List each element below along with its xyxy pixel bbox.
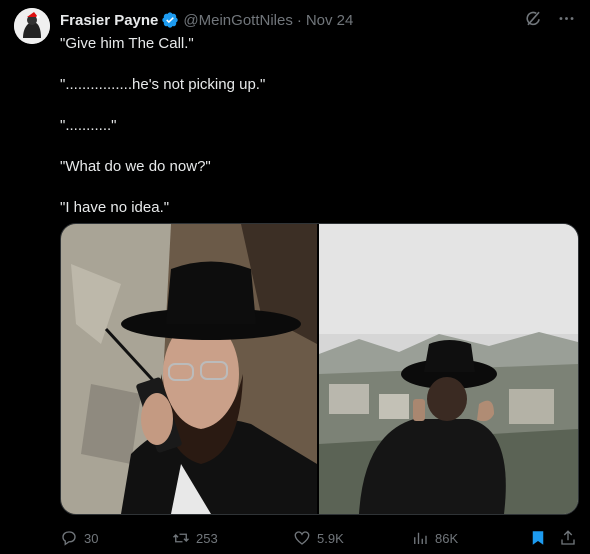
repost-count: 253: [196, 530, 218, 546]
share-icon: [561, 530, 575, 545]
media-photo-right[interactable]: [319, 224, 578, 514]
bookmark-filled-icon: [532, 531, 544, 545]
repost-button[interactable]: 253: [172, 529, 218, 547]
verified-badge-icon: [162, 12, 179, 28]
like-button[interactable]: 5.9K: [293, 529, 344, 547]
author-handle[interactable]: @MeinGottNiles: [183, 12, 292, 29]
bookmark-button[interactable]: [529, 529, 547, 547]
tweet-line: "What do we do now?": [60, 158, 211, 175]
phone-man-city-photo: [319, 224, 578, 514]
repost-icon: [173, 533, 189, 543]
more-options-icon[interactable]: [557, 9, 576, 28]
header-separator: ·: [296, 11, 302, 29]
views-count: 86K: [435, 530, 459, 546]
avatar-image: [14, 8, 50, 44]
grok-icon[interactable]: [524, 9, 543, 28]
views-chart-icon: [414, 532, 427, 544]
tweet-line: "Give him The Call.": [60, 35, 194, 52]
reply-count: 30: [84, 530, 99, 546]
reply-icon: [62, 531, 76, 546]
walkie-talkie-man-photo: [61, 224, 317, 514]
author-avatar[interactable]: [14, 8, 50, 44]
share-button[interactable]: [559, 529, 577, 547]
tweet-text: "Give him The Call." "................he…: [60, 34, 570, 239]
tweet-header: Frasier Payne @MeinGottNiles · Nov 24: [60, 10, 353, 30]
media-photo-left[interactable]: [61, 224, 319, 514]
heart-icon: [294, 531, 310, 545]
tweet-action-bar: 30 253 5.9K 86K: [60, 526, 580, 550]
author-name[interactable]: Frasier Payne: [60, 12, 158, 29]
tweet-media: [60, 223, 579, 515]
tweet-date[interactable]: Nov 24: [306, 12, 354, 29]
tweet-line: "...........": [60, 117, 117, 134]
reply-button[interactable]: 30: [60, 529, 98, 547]
like-count: 5.9K: [317, 530, 344, 546]
tweet-line: "I have no idea.": [60, 199, 170, 216]
tweet-line: "................he's not picking up.": [60, 76, 266, 93]
views-button[interactable]: 86K: [411, 529, 458, 547]
tweet-top-actions: [524, 9, 576, 28]
